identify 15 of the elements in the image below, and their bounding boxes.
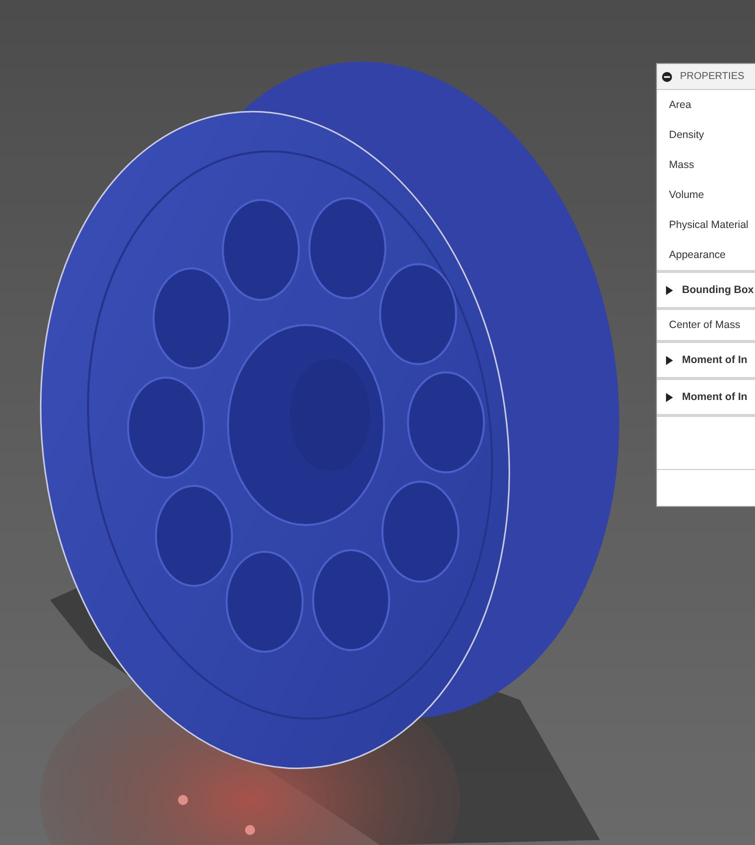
collapse-icon[interactable] — [662, 72, 672, 82]
property-label: Physical Material — [668, 218, 750, 233]
property-label: Appearance — [668, 248, 727, 263]
property-label: Area — [668, 98, 692, 113]
caret-right-icon — [666, 392, 673, 402]
caret-right-icon — [666, 286, 673, 294]
caret-right-icon — [666, 356, 673, 364]
property-group[interactable]: Moment of In — [657, 340, 755, 380]
panel-title: PROPERTIES — [680, 71, 744, 82]
property-label: Volume — [668, 188, 706, 203]
property-label: Mass — [668, 158, 696, 173]
property-group[interactable]: Moment of In — [657, 377, 755, 417]
property-group[interactable]: Bounding Box — [657, 270, 755, 310]
property-label: Density — [668, 128, 706, 143]
property-label: Center of Mass — [657, 307, 755, 340]
